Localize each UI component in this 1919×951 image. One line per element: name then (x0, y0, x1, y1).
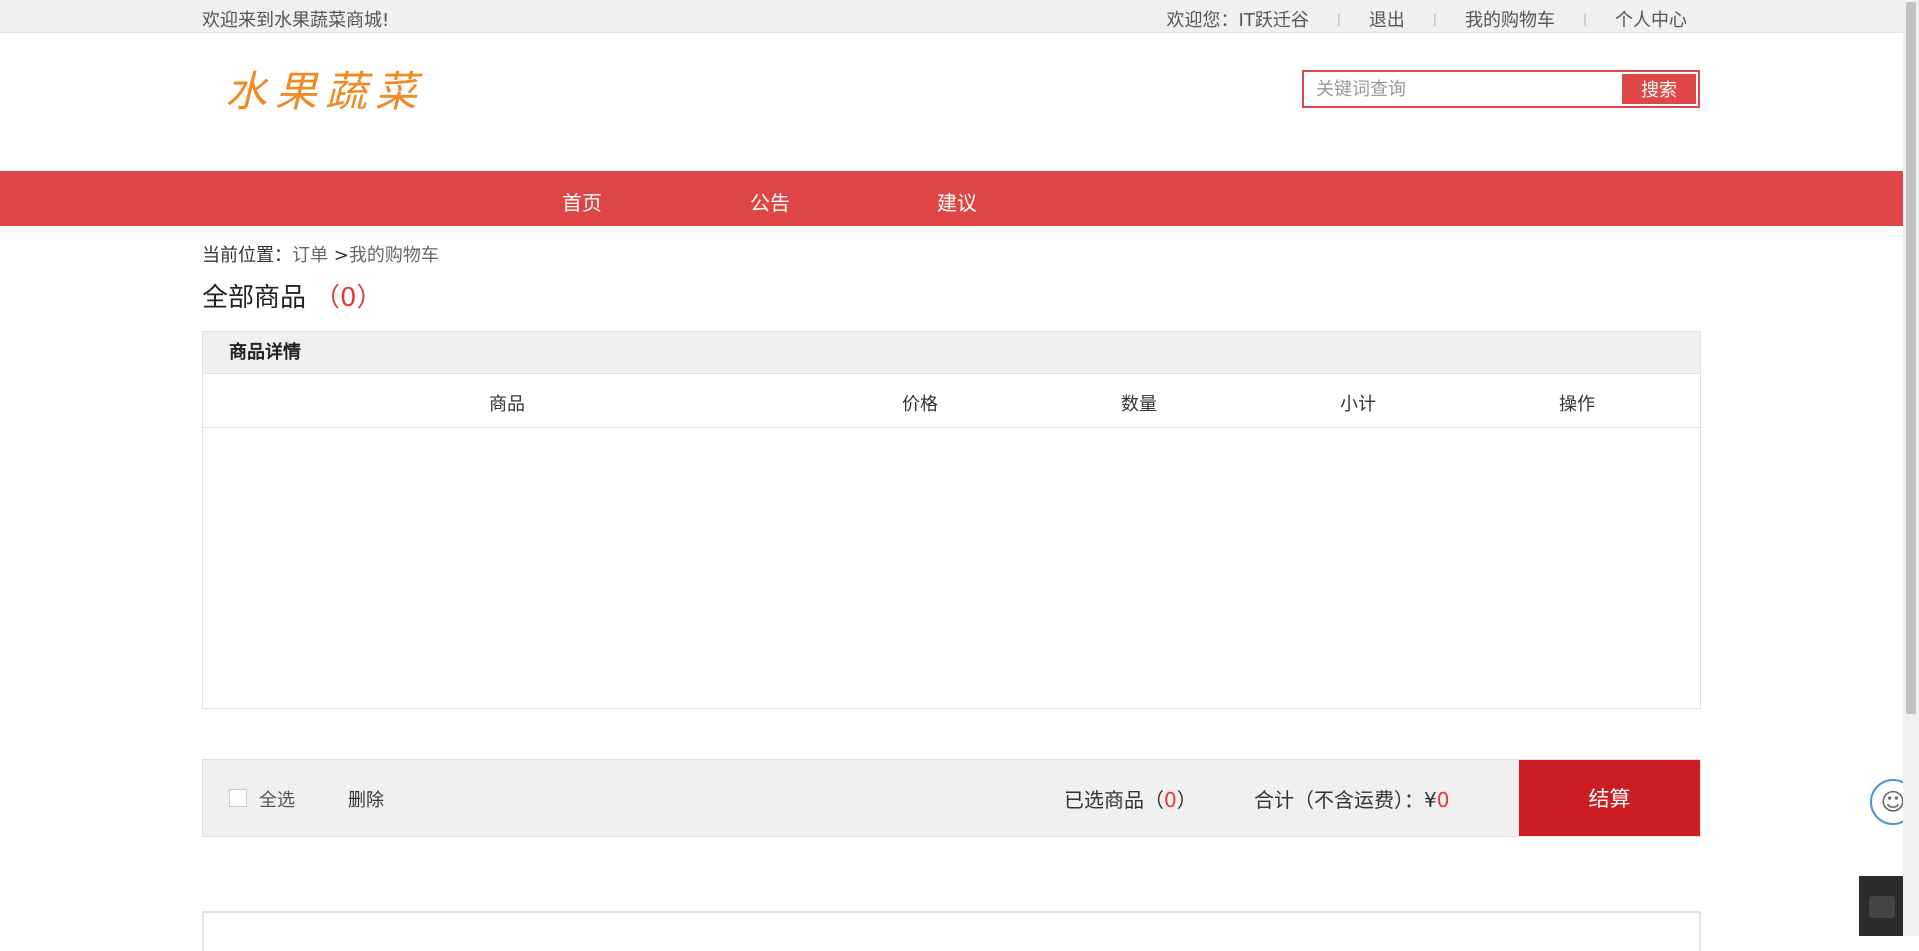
selected-items: 已选商品（0） (1064, 784, 1197, 813)
breadcrumb: 当前位置：订单 >我的购物车 (202, 241, 439, 267)
top-bar: 欢迎来到水果蔬菜商城! 欢迎您：IT跃迁谷 | 退出 | 我的购物车 | 个人中… (0, 0, 1903, 33)
separator: | (1582, 12, 1587, 26)
column-actions: 操作 (1559, 394, 1595, 415)
search-button[interactable]: 搜索 (1622, 74, 1696, 104)
search-box: 搜索 (1302, 70, 1700, 108)
cart-table: 商品详情 商品 价格 数量 小计 操作 (202, 331, 1701, 709)
video-icon (1869, 896, 1895, 918)
section-header: 商品详情 (203, 332, 1700, 374)
separator: | (1336, 12, 1341, 26)
column-product: 商品 (489, 394, 525, 415)
selected-count: 0 (1164, 788, 1177, 812)
cart-summary-bar: 全选 删除 已选商品（0） 合计（不含运费）：¥0 结算 (202, 759, 1701, 837)
checkout-button[interactable]: 结算 (1519, 760, 1700, 836)
column-headers: 商品 价格 数量 小计 操作 (203, 374, 1700, 428)
selected-close: ） (1176, 788, 1197, 812)
nav-item-home[interactable]: 首页 (562, 187, 602, 216)
total-value: 0 (1436, 788, 1450, 812)
currency-symbol: ¥ (1424, 788, 1437, 812)
logout-link[interactable]: 退出 (1369, 6, 1405, 32)
breadcrumb-prefix: 当前位置： (202, 245, 292, 266)
selected-label: 已选商品（ (1064, 788, 1164, 812)
breadcrumb-separator: > (333, 245, 349, 266)
column-quantity: 数量 (1121, 394, 1157, 415)
total-label: 合计（不含运费）： (1254, 788, 1424, 812)
profile-link[interactable]: 个人中心 (1615, 6, 1687, 32)
site-logo[interactable]: 水果蔬菜 (225, 58, 425, 119)
page-title: 全部商品 （0） (202, 277, 383, 314)
search-input[interactable] (1304, 72, 1620, 106)
main-nav: 首页 公告 建议 (0, 171, 1903, 226)
select-all-label[interactable]: 全选 (259, 786, 295, 812)
select-all-checkbox[interactable] (229, 789, 247, 807)
breadcrumb-current: 我的购物车 (348, 245, 439, 266)
welcome-text: 欢迎来到水果蔬菜商城! (202, 10, 390, 31)
column-price: 价格 (902, 394, 938, 415)
column-subtotal: 小计 (1340, 394, 1376, 415)
total-amount: 合计（不含运费）：¥0 (1254, 784, 1449, 813)
user-greeting: 欢迎您：IT跃迁谷 (1166, 10, 1309, 31)
cart-count: （0） (314, 283, 383, 313)
delete-button[interactable]: 删除 (348, 786, 384, 812)
nav-item-suggestion[interactable]: 建议 (937, 187, 977, 216)
top-links: 欢迎您：IT跃迁谷 | 退出 | 我的购物车 | 个人中心 (1167, 6, 1687, 32)
separator: | (1432, 12, 1437, 26)
scrollbar[interactable] (1903, 0, 1919, 936)
nav-item-notice[interactable]: 公告 (750, 187, 790, 216)
cart-title: 全部商品 (202, 283, 307, 313)
lower-panel (202, 911, 1701, 951)
breadcrumb-order[interactable]: 订单 (292, 245, 328, 266)
scrollbar-thumb[interactable] (1906, 2, 1916, 714)
my-cart-link[interactable]: 我的购物车 (1465, 6, 1555, 32)
